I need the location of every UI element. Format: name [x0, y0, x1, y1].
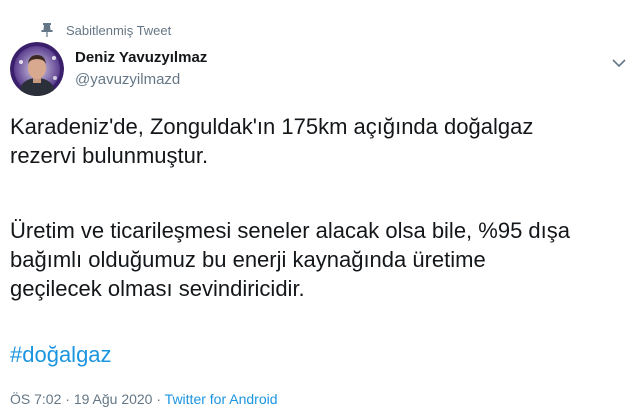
tweet-line: Karadeniz'de, Zonguldak'ın 175km açığınd… — [10, 114, 534, 139]
chevron-down-icon[interactable] — [612, 58, 626, 68]
meta-separator: · — [156, 391, 162, 407]
avatar[interactable] — [10, 42, 64, 96]
profile-photo — [10, 42, 64, 96]
tweet-source-link[interactable]: Twitter for Android — [165, 391, 278, 407]
hashtag-link[interactable]: #doğalgaz — [10, 342, 112, 368]
pinned-label: Sabitlenmiş Tweet — [66, 22, 172, 38]
pin-icon — [41, 23, 53, 37]
meta-separator: · — [65, 391, 70, 407]
display-name[interactable]: Deniz Yavuzyılmaz — [75, 49, 207, 66]
tweet-line: geçilecek olması sevindiricidir. — [10, 276, 305, 301]
tweet-time[interactable]: ÖS 7:02 — [10, 391, 61, 407]
tweet-meta: ÖS 7:02 · 19 Ağu 2020 · Twitter for Andr… — [10, 391, 278, 407]
tweet-text: Karadeniz'de, Zonguldak'ın 175km açığınd… — [10, 112, 630, 170]
tweet-date[interactable]: 19 Ağu 2020 — [74, 391, 153, 407]
tweet-line: rezervi bulunmuştur. — [10, 143, 209, 168]
tweet-line: Üretim ve ticarileşmesi seneler alacak o… — [10, 218, 571, 243]
user-handle[interactable]: @yavuzyilmazd — [75, 71, 180, 88]
tweet-line: bağımlı olduğumuz bu enerji kaynağında ü… — [10, 247, 486, 272]
pinned-tweet-indicator: Sabitlenmiş Tweet — [40, 22, 171, 38]
tweet-text: Üretim ve ticarileşmesi seneler alacak o… — [10, 216, 635, 303]
